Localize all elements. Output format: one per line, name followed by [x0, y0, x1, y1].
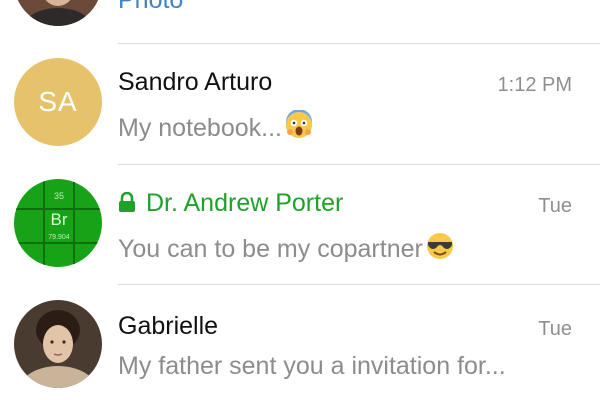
divider [118, 284, 600, 285]
smiling-face-with-sunglasses-icon [425, 231, 455, 268]
avatar-photo [14, 0, 102, 26]
face-screaming-in-fear-icon [284, 109, 314, 147]
chat-name-line: Dr. Andrew Porter [118, 189, 343, 219]
chat-name: Sandro Arturo [118, 68, 273, 96]
chat-preview-line: You can to be my copartner [118, 231, 455, 268]
chat-row-dr-andrew-porter[interactable]: 35 Br 79.904 Dr. Andrew Porter Tue You c… [0, 165, 600, 285]
chat-preview: My father sent you a invitation for... [118, 352, 506, 380]
avatar-image-text: Br [51, 210, 68, 229]
avatar [14, 300, 102, 388]
chat-time: 1:12 PM [497, 74, 572, 96]
avatar: SA [14, 58, 102, 146]
avatar-image-text: 35 [54, 191, 64, 201]
chat-list: Photo SA Sandro Arturo 1:12 PM My notebo… [0, 0, 600, 400]
chat-name: Gabrielle [118, 312, 219, 340]
chat-time: Tue [538, 318, 572, 340]
chat-time: Tue [538, 195, 572, 217]
avatar: 35 Br 79.904 [14, 179, 102, 267]
lock-icon [118, 190, 136, 219]
avatar-image-text: 79.904 [48, 234, 70, 241]
chat-preview: You can to be my copartner [118, 235, 423, 263]
avatar-initials: SA [14, 58, 102, 146]
chat-preview: Photo [118, 0, 184, 14]
chat-row-0[interactable]: Photo [0, 0, 600, 42]
avatar [14, 0, 102, 26]
chat-preview: My notebook... [118, 114, 282, 142]
avatar-portrait-photo [14, 300, 102, 388]
avatar-periodic-table-image: 35 Br 79.904 [14, 179, 102, 267]
chat-name: Dr. Andrew Porter [146, 189, 344, 217]
chat-row-sandro-arturo[interactable]: SA Sandro Arturo 1:12 PM My notebook... [0, 44, 600, 164]
chat-preview-line: My notebook... [118, 109, 314, 147]
chat-row-gabrielle[interactable]: Gabrielle Tue My father sent you a invit… [0, 286, 600, 400]
